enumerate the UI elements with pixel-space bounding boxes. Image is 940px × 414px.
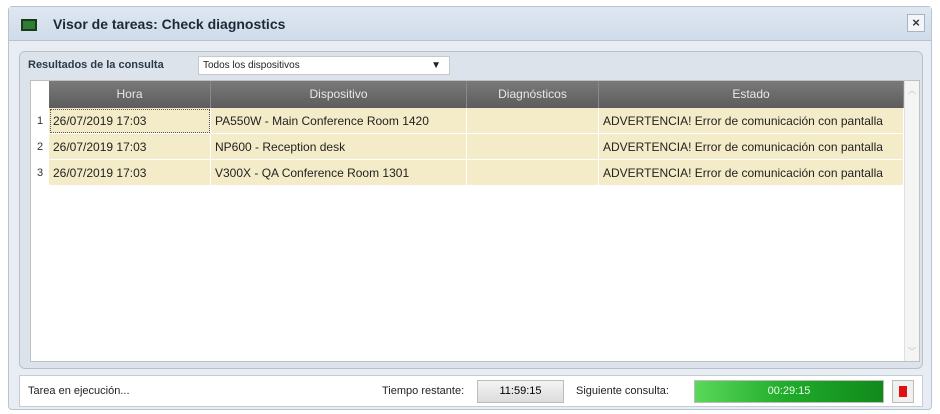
table-row[interactable]: 3 26/07/2019 17:03 V300X - QA Conference… <box>31 160 904 186</box>
stop-icon <box>899 386 907 397</box>
cell-hora[interactable]: 26/07/2019 17:03 <box>49 108 211 134</box>
cell-diagnosticos[interactable] <box>467 134 599 160</box>
cell-diagnosticos[interactable] <box>467 108 599 134</box>
cell-estado[interactable]: ADVERTENCIA! Error de comunicación con p… <box>599 108 904 134</box>
scroll-down-icon[interactable]: ﹀ <box>905 346 919 357</box>
next-query-progress: 00:29:15 <box>694 380 884 403</box>
column-header-dispositivo[interactable]: Dispositivo <box>211 81 467 108</box>
close-button[interactable]: × <box>907 14 925 32</box>
cell-diagnosticos[interactable] <box>467 160 599 186</box>
query-results-label: Resultados de la consulta <box>28 59 164 71</box>
cell-estado[interactable]: ADVERTENCIA! Error de comunicación con p… <box>599 160 904 186</box>
cell-estado[interactable]: ADVERTENCIA! Error de comunicación con p… <box>599 134 904 160</box>
next-query-value: 00:29:15 <box>767 385 811 397</box>
column-header-estado[interactable]: Estado <box>599 81 904 108</box>
app-icon <box>21 19 37 31</box>
cell-dispositivo[interactable]: PA550W - Main Conference Room 1420 <box>211 108 467 134</box>
row-number: 2 <box>31 134 49 160</box>
cell-hora[interactable]: 26/07/2019 17:03 <box>49 134 211 160</box>
task-viewer-window: Visor de tareas: Check diagnostics × Res… <box>8 6 932 410</box>
row-number: 3 <box>31 160 49 186</box>
table-row[interactable]: 1 26/07/2019 17:03 PA550W - Main Confere… <box>31 108 904 134</box>
cell-dispositivo[interactable]: NP600 - Reception desk <box>211 134 467 160</box>
query-results-group: Resultados de la consulta Todos los disp… <box>19 51 923 369</box>
remaining-time-label: Tiempo restante: <box>382 385 465 397</box>
remaining-time-value: 11:59:15 <box>477 380 564 403</box>
next-query-label: Siguiente consulta: <box>576 385 669 397</box>
stop-button[interactable] <box>892 380 914 403</box>
cell-dispositivo[interactable]: V300X - QA Conference Room 1301 <box>211 160 467 186</box>
window-title: Visor de tareas: Check diagnostics <box>53 16 286 32</box>
cell-hora[interactable]: 26/07/2019 17:03 <box>49 160 211 186</box>
table-row[interactable]: 2 26/07/2019 17:03 NP600 - Reception des… <box>31 134 904 160</box>
chevron-down-icon: ▼ <box>431 60 441 71</box>
column-header-hora[interactable]: Hora <box>49 81 211 108</box>
title-bar: Visor de tareas: Check diagnostics × <box>9 7 931 41</box>
table-header: Hora Dispositivo Diagnósticos Estado <box>49 81 904 108</box>
status-bar: Tarea en ejecución... Tiempo restante: 1… <box>19 375 923 407</box>
device-filter-select[interactable]: Todos los dispositivos ▼ <box>198 56 450 75</box>
task-status-text: Tarea en ejecución... <box>28 385 130 397</box>
row-number: 1 <box>31 108 49 134</box>
device-filter-value: Todos los dispositivos <box>203 60 300 71</box>
results-table: Hora Dispositivo Diagnósticos Estado 1 2… <box>30 80 920 362</box>
column-header-diagnosticos[interactable]: Diagnósticos <box>467 81 599 108</box>
vertical-scrollbar[interactable]: ︿ ﹀ <box>904 81 919 361</box>
scroll-up-icon[interactable]: ︿ <box>905 85 919 96</box>
